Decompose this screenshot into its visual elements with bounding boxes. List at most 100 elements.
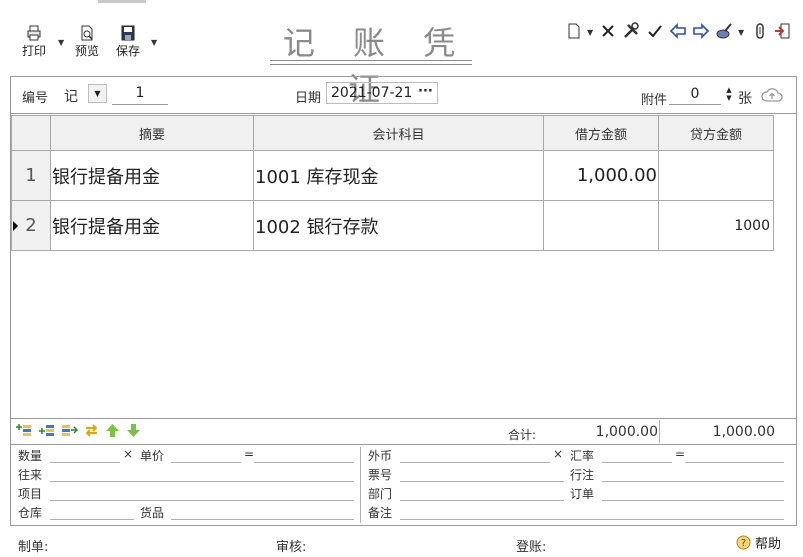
bank-note-label: 行注: [570, 468, 595, 482]
rate-equals-sign: =: [675, 447, 686, 461]
exit-icon[interactable]: [772, 21, 792, 41]
attachment-label: 附件: [641, 93, 668, 108]
currency-field[interactable]: [400, 462, 550, 463]
new-dropdown-arrow[interactable]: ▼: [587, 28, 593, 37]
attachment-unit: 张: [738, 91, 752, 107]
goods-label: 货品: [140, 506, 165, 520]
checkmark-icon[interactable]: [645, 21, 665, 41]
debit-cell[interactable]: 1,000.00: [543, 150, 659, 201]
order-label: 订单: [570, 487, 595, 501]
account-cell[interactable]: 1002 银行存款: [253, 200, 544, 251]
account-cell[interactable]: 1001 库存现金: [253, 150, 544, 201]
brush-dropdown-arrow[interactable]: ▼: [738, 28, 744, 37]
remark-label: 备注: [368, 506, 393, 520]
summary-cell[interactable]: 银行提备用金: [50, 150, 254, 201]
tools-icon[interactable]: [621, 21, 641, 41]
attachment-count-field[interactable]: 0: [669, 86, 721, 105]
date-field[interactable]: 2021-07-21 ···: [326, 82, 438, 104]
exchange-rate-label: 汇率: [570, 449, 595, 463]
cloud-upload-icon[interactable]: [761, 86, 783, 108]
bank-note-field[interactable]: [602, 481, 784, 482]
totals-credit: 1,000.00: [712, 424, 775, 440]
print-dropdown-arrow[interactable]: ▼: [58, 38, 64, 47]
converted-amount-field[interactable]: [685, 462, 784, 463]
append-row-icon[interactable]: [38, 423, 55, 438]
grid-corner-cell: [11, 115, 51, 151]
warehouse-field[interactable]: [50, 519, 134, 520]
entry-grid: 摘要 会计科目 借方金额 贷方金额 1 银行提备用金 1001 库存现金 1,0…: [11, 115, 774, 251]
warehouse-label: 仓库: [18, 506, 43, 520]
save-button[interactable]: 保存: [116, 24, 140, 59]
save-dropdown-arrow[interactable]: ▼: [151, 38, 157, 47]
exchange-rate-field[interactable]: [602, 462, 672, 463]
amount-field[interactable]: [254, 462, 354, 463]
attachment-spinner[interactable]: ▲ ▼: [724, 86, 734, 104]
project-field[interactable]: [50, 500, 354, 501]
summary-cell[interactable]: 银行提备用金: [50, 200, 254, 251]
current-row-marker-icon: [13, 221, 18, 231]
help-icon: ?: [736, 535, 751, 550]
spinner-down-icon[interactable]: ▼: [724, 94, 734, 102]
grid-header-row: 摘要 会计科目 借方金额 贷方金额: [11, 115, 774, 151]
delete-row-icon[interactable]: [61, 423, 78, 438]
contact-field[interactable]: [50, 481, 354, 482]
number-label: 编号: [22, 91, 49, 106]
debit-cell[interactable]: [543, 200, 659, 251]
column-header-debit[interactable]: 借方金额: [543, 115, 659, 151]
row-tools: [15, 423, 141, 438]
print-button[interactable]: 打印: [22, 24, 46, 59]
row-number: 2: [25, 215, 37, 236]
reviewer-label: 审核:: [276, 540, 307, 555]
preview-label: 预览: [75, 44, 100, 58]
insert-row-icon[interactable]: [15, 423, 32, 438]
next-arrow-icon[interactable]: [691, 21, 711, 41]
voucher-number-field[interactable]: 1: [112, 85, 168, 105]
floppy-disk-icon: [121, 25, 135, 41]
totals-label: 合计:: [508, 428, 537, 442]
attachment-clip-icon[interactable]: [750, 21, 770, 41]
voucher-type-dropdown[interactable]: ▼: [88, 84, 107, 103]
table-row[interactable]: 2 银行提备用金 1002 银行存款 1000: [11, 200, 774, 251]
row-number: 1: [11, 150, 51, 201]
credit-cell[interactable]: [658, 150, 774, 201]
preview-button[interactable]: 预览: [75, 24, 99, 59]
goods-field[interactable]: [171, 519, 354, 520]
date-picker-button[interactable]: ···: [418, 84, 433, 99]
times-sign: ×: [123, 447, 134, 461]
totals-debit: 1,000.00: [595, 424, 658, 440]
voucher-type-value[interactable]: 记: [64, 86, 78, 106]
contact-label: 往来: [18, 468, 43, 482]
column-header-credit[interactable]: 贷方金额: [658, 115, 774, 151]
spinner-up-icon[interactable]: ▲: [724, 86, 734, 94]
remark-field[interactable]: [400, 519, 784, 520]
column-header-account[interactable]: 会计科目: [253, 115, 544, 151]
brush-settings-icon[interactable]: [714, 21, 734, 41]
swap-icon[interactable]: [84, 423, 99, 438]
printer-icon: [27, 25, 41, 41]
aux-center-divider: [360, 447, 361, 523]
poster-label: 登账:: [516, 540, 547, 555]
quantity-label: 数量: [18, 449, 43, 463]
previous-arrow-icon[interactable]: [668, 21, 688, 41]
order-field[interactable]: [602, 500, 784, 501]
help-label: 帮助: [755, 537, 782, 552]
help-button[interactable]: ? 帮助: [736, 533, 781, 552]
new-document-icon[interactable]: [564, 21, 584, 41]
move-down-icon[interactable]: [126, 423, 141, 438]
date-label: 日期: [295, 91, 322, 106]
table-row[interactable]: 1 银行提备用金 1001 库存现金 1,000.00: [11, 150, 774, 201]
column-header-summary[interactable]: 摘要: [50, 115, 254, 151]
quantity-field[interactable]: [50, 462, 120, 463]
chevron-down-icon: ▼: [94, 89, 101, 98]
credit-cell[interactable]: 1000: [658, 200, 774, 251]
maker-label: 制单:: [18, 540, 49, 555]
title-underline-2: [270, 64, 472, 65]
department-field[interactable]: [400, 500, 564, 501]
bill-number-field[interactable]: [400, 481, 564, 482]
svg-text:?: ?: [741, 538, 746, 549]
project-label: 项目: [18, 487, 43, 501]
delete-icon[interactable]: [598, 21, 618, 41]
unit-price-label: 单价: [140, 449, 165, 463]
unit-price-field[interactable]: [171, 462, 241, 463]
move-up-icon[interactable]: [105, 423, 120, 438]
